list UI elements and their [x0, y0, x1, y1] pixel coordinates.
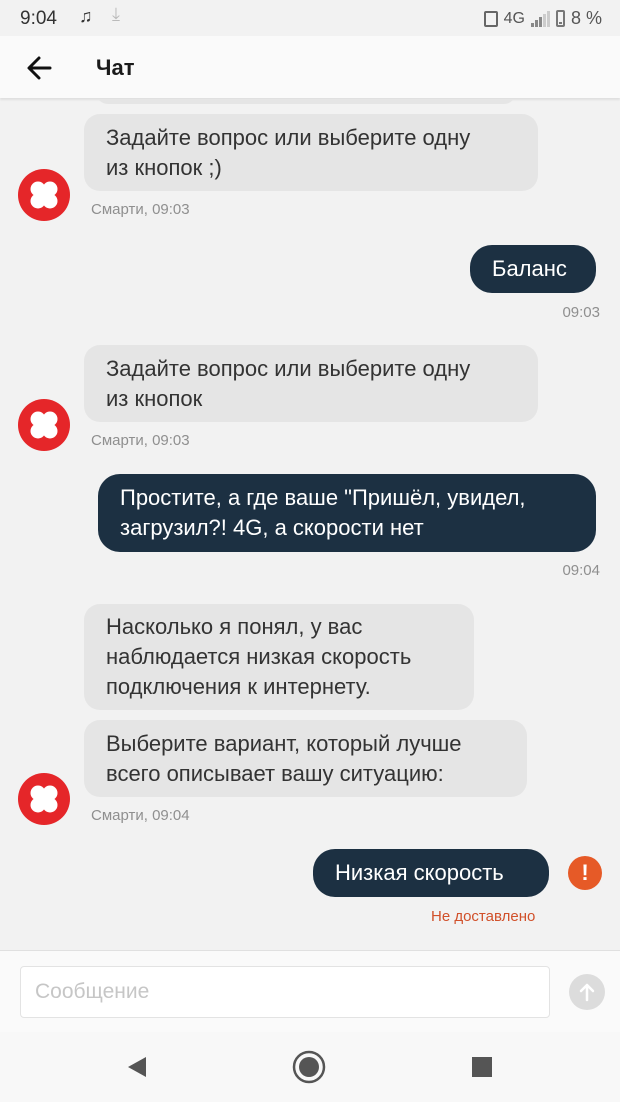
status-bar: 9:04 ♫ ⤓ 4G 8 %: [0, 0, 620, 36]
bot-message: Задайте вопрос или выберите одну из кноп…: [84, 345, 538, 422]
battery-icon: [555, 10, 565, 27]
user-message: Низкая скорость: [313, 849, 549, 897]
message-line: наблюдается низкая скорость: [106, 644, 412, 669]
message-line: загрузил?! 4G, а скорости нет: [120, 515, 424, 540]
message-line: Насколько я понял, у вас: [106, 614, 363, 639]
error-icon[interactable]: !: [568, 856, 602, 890]
back-button[interactable]: [22, 50, 58, 86]
message-bubble-partial: [96, 100, 516, 104]
message-line: Выберите вариант, который лучше: [106, 730, 462, 756]
bot-message: Задайте вопрос или выберите одну из кноп…: [84, 114, 538, 191]
message-line: Задайте вопрос или выберите одну: [106, 355, 471, 381]
message-meta: Смарти, 09:03: [91, 432, 190, 449]
system-nav-bar: [0, 1032, 620, 1102]
bot-avatar-icon: [18, 399, 70, 451]
message-line: из кнопок ;): [106, 154, 222, 180]
message-meta: Смарти, 09:04: [91, 807, 190, 824]
chat-history[interactable]: Задайте вопрос или выберите одну из кноп…: [0, 100, 620, 950]
nav-home-icon[interactable]: [292, 1050, 326, 1084]
nav-recents-icon[interactable]: [472, 1057, 492, 1077]
status-time: 9:04: [20, 8, 57, 29]
vibrate-icon: [483, 10, 498, 27]
app-header: Чат: [0, 36, 620, 98]
bot-message: Насколько я понял, у вас наблюдается низ…: [84, 604, 474, 710]
arrow-up-icon: [579, 983, 595, 1002]
message-composer: [0, 950, 620, 1033]
message-line: Простите, а где ваше "Пришёл, увидел,: [120, 485, 526, 510]
signal-icon: [530, 10, 550, 27]
user-message: Простите, а где ваше "Пришёл, увидел, за…: [98, 474, 596, 552]
delivery-status: Не доставлено: [431, 908, 536, 925]
message-line: из кнопок: [106, 385, 203, 411]
message-line: Задайте вопрос или выберите одну: [106, 124, 471, 150]
message-meta: Смарти, 09:03: [91, 201, 190, 218]
message-line: подключения к интернету.: [106, 674, 371, 699]
message-line: Низкая скорость: [335, 860, 504, 885]
user-message: Баланс: [470, 245, 596, 293]
music-note-icon: ♫: [79, 6, 93, 26]
message-line: Баланс: [492, 256, 567, 281]
send-button[interactable]: [569, 974, 605, 1010]
status-icons: 4G 8 %: [483, 8, 602, 29]
message-input[interactable]: [20, 966, 550, 1018]
page-title: Чат: [96, 55, 135, 80]
nav-back-icon[interactable]: [126, 1055, 148, 1079]
message-line: всего описывает вашу ситуацию:: [106, 760, 444, 786]
bot-avatar-icon: [18, 773, 70, 825]
battery-level: 8 %: [570, 8, 602, 28]
download-icon: ⤓: [112, 4, 120, 24]
network-type: 4G: [503, 9, 525, 27]
message-time: 09:03: [562, 304, 600, 321]
arrow-left-icon: [27, 56, 52, 80]
bot-avatar-icon: [18, 169, 70, 221]
message-time: 09:04: [562, 562, 600, 579]
bot-message: Выберите вариант, который лучше всего оп…: [84, 720, 527, 797]
